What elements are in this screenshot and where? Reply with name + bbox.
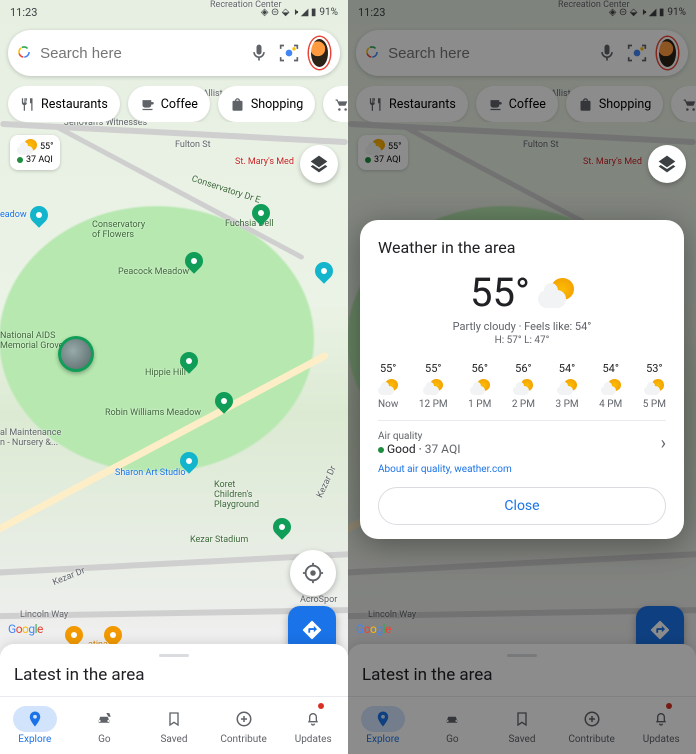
hour-slot: 55°Now [378, 362, 398, 410]
hour-slot: 55°12 PM [419, 362, 448, 410]
category-chips: Restaurants Coffee Shopping Grocer [348, 86, 696, 122]
chip-coffee: Coffee [476, 86, 558, 122]
air-quality-row[interactable]: Air quality Good · 37 AQI › [378, 420, 666, 456]
map-label: Kezar Dr [315, 465, 338, 500]
chip-restaurants[interactable]: Restaurants [8, 86, 120, 122]
map-label: Peacock Meadow [118, 267, 189, 277]
nav-saved: Saved [487, 697, 557, 754]
plus-circle-icon [235, 710, 253, 728]
status-icons: ◈ ⊝ ⬙ 🕨 ◢ ▮ 91% [261, 7, 338, 18]
bottom-nav: Explore Go Saved Contribute Updates [348, 696, 696, 754]
hour-slot: 56°2 PM [512, 362, 535, 410]
map-label: Sharon Art Studio [115, 468, 185, 478]
sheet-title: Latest in the area [14, 665, 334, 685]
nav-contribute: Contribute [557, 697, 627, 754]
lens-icon[interactable] [279, 40, 299, 66]
poi-pin[interactable] [269, 514, 294, 539]
hour-slot: 56°1 PM [468, 362, 491, 410]
mic-icon [597, 40, 617, 66]
google-logo-icon [366, 43, 378, 63]
map-label: Conservatory of Flowers [92, 220, 145, 240]
map-label: AcroSpor [300, 595, 337, 605]
mic-icon[interactable] [249, 40, 269, 66]
street-view-photo[interactable] [58, 336, 94, 372]
google-watermark: Google [356, 622, 391, 636]
search-input[interactable] [40, 45, 239, 62]
nav-contribute[interactable]: Contribute [209, 697, 279, 754]
category-chips: Restaurants Coffee Shopping Grocer [0, 86, 348, 122]
profile-avatar[interactable] [309, 37, 330, 69]
chip-groceries[interactable]: Grocer [323, 86, 348, 122]
hourly-forecast[interactable]: 55°Now 55°12 PM 56°1 PM 56°2 PM 54°3 PM … [378, 362, 666, 410]
chip-restaurants: Restaurants [356, 86, 468, 122]
map-label: Kezar Stadium [190, 535, 248, 545]
weather-condition: Partly cloudy · Feels like: 54° [378, 320, 666, 333]
drag-handle-icon[interactable] [159, 654, 189, 657]
aqi-indicator-icon [378, 447, 384, 453]
layers-button[interactable] [648, 145, 686, 183]
nav-updates: Updates [626, 697, 696, 754]
chip-coffee[interactable]: Coffee [128, 86, 210, 122]
search-bar[interactable] [8, 30, 340, 76]
chip-shopping: Shopping [566, 86, 663, 122]
bookmark-icon [166, 710, 182, 728]
partly-cloudy-icon [17, 139, 37, 155]
status-bar: 11:23 ◈ ⊝ ⬙ 🕨 ◢ ▮ 91% [348, 0, 696, 24]
status-bar: 11:23 ◈ ⊝ ⬙ 🕨 ◢ ▮ 91% [0, 0, 348, 24]
bottom-sheet: Latest in the area [348, 644, 696, 696]
nav-go: Go [418, 697, 488, 754]
partly-cloudy-icon [538, 278, 574, 308]
map-label: al Maintenance n - Nursery &... [0, 428, 61, 448]
google-watermark: Google [8, 622, 43, 636]
weather-attribution-link[interactable]: About air quality, weather.com [378, 464, 666, 475]
chevron-right-icon: › [661, 433, 666, 454]
map-label: St. Mary's Med [235, 157, 294, 167]
hour-slot: 54°4 PM [599, 362, 622, 410]
poi-pin[interactable] [26, 202, 51, 227]
map-label: National AIDS Memorial Grove [0, 331, 63, 351]
weather-badge[interactable]: 55° 37 AQI [10, 135, 60, 170]
bottom-nav: Explore Go Saved Contribute Updates [0, 696, 348, 754]
pin-icon [26, 710, 44, 728]
nav-explore: Explore [348, 697, 418, 754]
close-button[interactable]: Close [378, 487, 666, 525]
search-input [388, 45, 587, 62]
notification-dot-icon [318, 703, 324, 709]
current-temp: 55° [470, 269, 530, 316]
map-label: Fuchsia Dell [225, 219, 274, 229]
weather-card-title: Weather in the area [378, 238, 666, 257]
weather-high-low: H: 57° L: 47° [378, 335, 666, 346]
my-location-button[interactable] [290, 550, 336, 596]
map-label: Robin Williams Meadow [105, 408, 201, 418]
weather-card: Weather in the area 55° Partly cloudy · … [360, 220, 684, 539]
map-label: Lincoln Way [20, 610, 68, 620]
bottom-sheet[interactable]: Latest in the area [0, 644, 348, 696]
lens-icon [627, 40, 647, 66]
nav-updates[interactable]: Updates [278, 697, 348, 754]
layers-button[interactable] [300, 145, 338, 183]
hour-slot: 54°3 PM [555, 362, 578, 410]
status-time: 11:23 [10, 6, 37, 19]
nav-go[interactable]: Go [70, 697, 140, 754]
bell-icon [305, 710, 321, 728]
chip-shopping[interactable]: Shopping [218, 86, 315, 122]
poi-pin[interactable] [311, 258, 336, 283]
chip-groceries: Grocer [671, 86, 696, 122]
weather-badge: 55° 37 AQI [358, 135, 408, 170]
profile-avatar [657, 37, 678, 69]
map-label: eadow [0, 210, 27, 220]
hour-slot: 53°5 PM [643, 362, 666, 410]
search-bar [356, 30, 688, 76]
nav-saved[interactable]: Saved [139, 697, 209, 754]
car-icon [94, 710, 114, 728]
map-label: Koret Children's Playground [214, 480, 259, 510]
nav-explore[interactable]: Explore [0, 697, 70, 754]
map-label: Fulton St [175, 140, 211, 150]
google-logo-icon [18, 43, 30, 63]
map-label: Hippie Hill [145, 368, 186, 378]
aqi-indicator-icon [17, 157, 23, 163]
